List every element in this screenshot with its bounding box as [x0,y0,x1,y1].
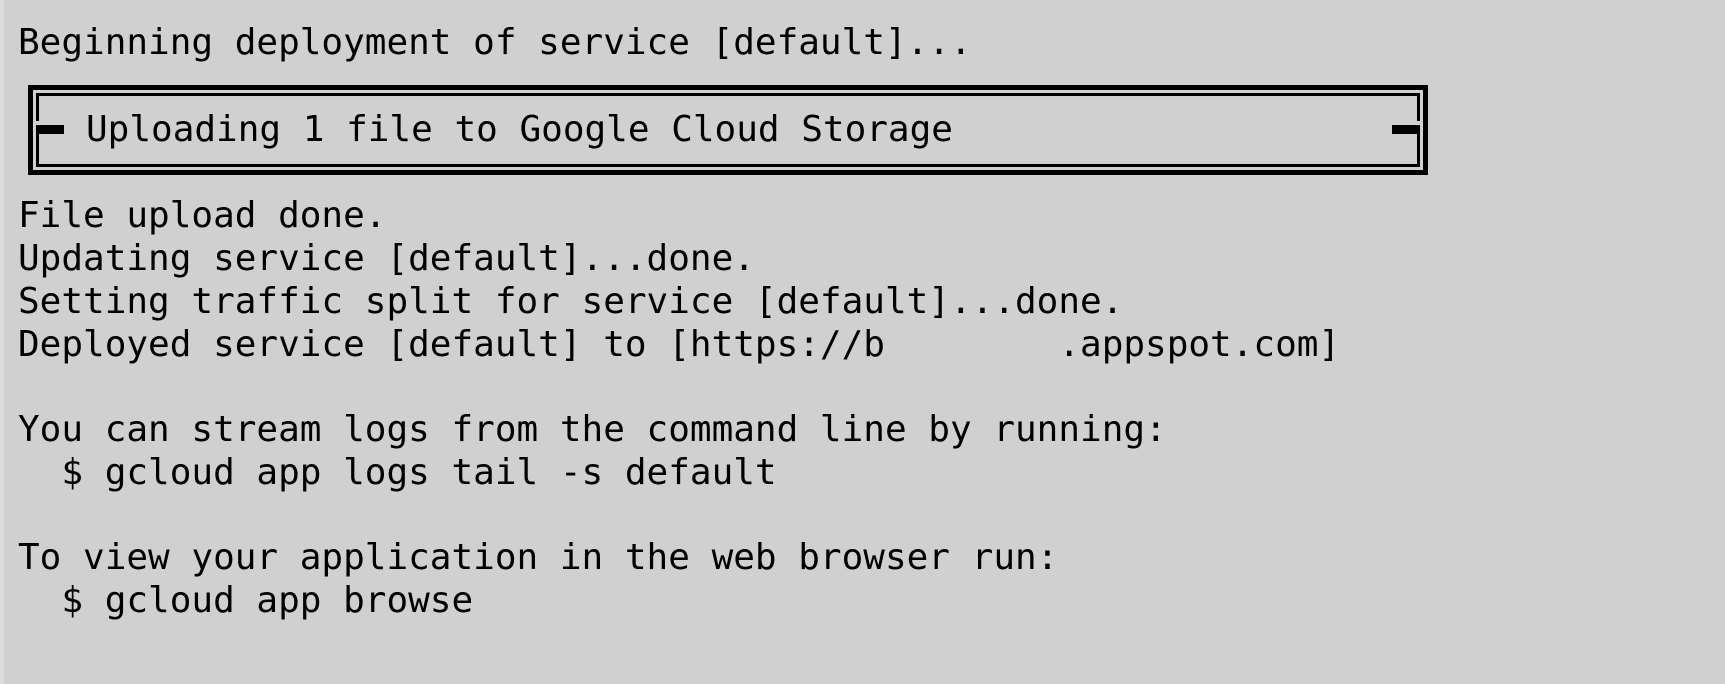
progress-bar-left-cap-icon [36,125,64,134]
upload-progress-bar: Uploading 1 file to Google Cloud Storage [28,85,1428,175]
progress-bar-right-cap-icon [1392,125,1420,134]
log-line-begin-deployment: Beginning deployment of service [default… [18,22,972,63]
left-edge-stripe [0,0,4,684]
progress-bar-label: Uploading 1 file to Google Cloud Storage [86,109,953,150]
terminal-window[interactable]: Beginning deployment of service [default… [0,0,1725,684]
progress-bar-right-cap-gap [1392,121,1420,125]
log-line-updating-service: Updating service [default]...done. [18,238,755,279]
log-line-stream-logs-command[interactable]: $ gcloud app logs tail -s default [18,452,776,494]
log-line-deployed-service: Deployed service [default] to [https://b… [18,324,1341,365]
log-line-file-upload-done: File upload done. [18,195,387,236]
log-line-browse-command[interactable]: $ gcloud app browse [18,580,473,622]
log-line-stream-logs-intro: You can stream logs from the command lin… [18,409,1167,450]
log-line-setting-traffic-split: Setting traffic split for service [defau… [18,281,1124,322]
log-line-browse-intro: To view your application in the web brow… [18,537,1059,578]
progress-bar-left-cap-gap [36,121,64,125]
